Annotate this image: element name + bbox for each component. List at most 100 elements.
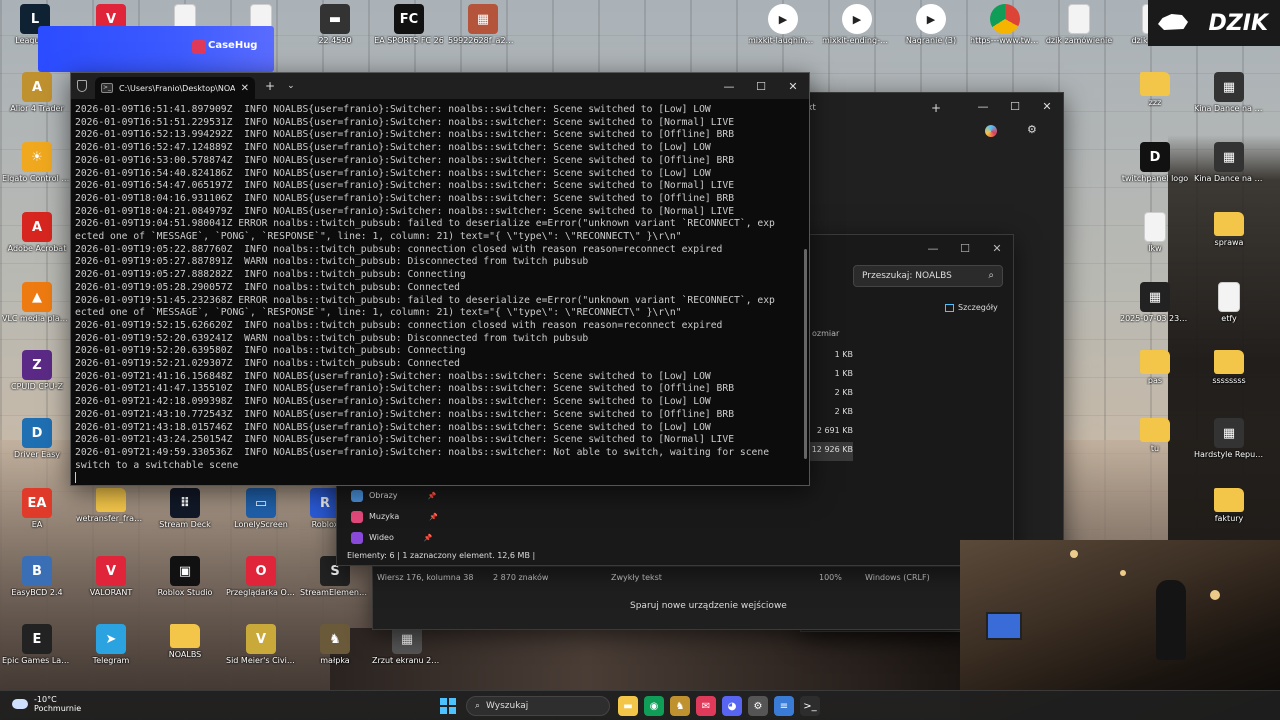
desktop-icon[interactable]: dzik zamówienie <box>1044 4 1114 45</box>
chevron-down-icon[interactable]: ⌄ <box>287 81 295 91</box>
zoom-level[interactable]: 100% <box>819 573 842 582</box>
desktop-icon[interactable]: wetransfer_franio-... <box>76 488 146 523</box>
terminal-window-controls: — ☐ ✕ <box>713 73 809 99</box>
desktop-icon[interactable]: ▬ 22.4590 <box>300 4 370 45</box>
app-icon: B <box>22 556 52 586</box>
copilot-icon[interactable] <box>985 125 997 137</box>
pin-icon[interactable]: 📌 <box>428 492 437 500</box>
pair-device-button[interactable]: Sparuj nowe urządzenie wejściowe <box>630 601 787 611</box>
desktop-icon[interactable]: ▶ mixkit-ending-sho... (mp3cut.net) <box>822 4 892 45</box>
file-icon <box>1068 4 1090 34</box>
desktop-icon[interactable]: https---www.twitc... <box>970 4 1040 45</box>
file-size-cell[interactable]: 1 KB <box>807 347 853 366</box>
desktop-icon[interactable]: EA EA <box>2 488 72 529</box>
terminal-tab[interactable]: >_ C:\Users\Franio\Desktop\NOA ✕ <box>95 77 255 99</box>
desktop-icon[interactable]: lkw <box>1120 212 1190 253</box>
desktop-icon[interactable]: ⠿ Stream Deck <box>150 488 220 529</box>
close-icon[interactable]: ✕ <box>777 73 809 99</box>
desktop-icon-label: Alior 4 Trader <box>10 104 64 113</box>
file-size-cell[interactable]: 1 KB <box>807 366 853 385</box>
desktop-icon[interactable]: pas <box>1120 350 1190 385</box>
maximize-icon[interactable]: ☐ <box>999 93 1031 119</box>
desktop-icon[interactable]: O Przeglądarka Opera <box>226 556 296 597</box>
discord-icon[interactable]: ◕ <box>722 696 742 716</box>
notepad-icon[interactable]: ≡ <box>774 696 794 716</box>
desktop-icon[interactable]: FC EA SPORTS FC 26 <box>374 4 444 45</box>
app-icon-2[interactable]: ✉ <box>696 696 716 716</box>
explorer-window-controls: — ☐ ✕ <box>917 235 1013 261</box>
desktop-icon[interactable]: ▭ LonelyScreen <box>226 488 296 529</box>
chrome-icon[interactable]: ◉ <box>644 696 664 716</box>
minimize-icon[interactable]: — <box>917 235 949 261</box>
desktop-icon[interactable]: Z CPUID CPU-Z <box>2 350 72 391</box>
desktop-icon[interactable]: ▣ Roblox Studio <box>150 556 220 597</box>
desktop-icon[interactable]: ▦ 2025-07-03 23-21-41 <box>1120 282 1190 323</box>
desktop-icon[interactable]: B EasyBCD 2.4 <box>2 556 72 597</box>
desktop-icon[interactable]: ▶ Nagranie (3) <box>896 4 966 45</box>
app-icon-1[interactable]: ♞ <box>670 696 690 716</box>
minimize-icon[interactable]: — <box>713 73 745 99</box>
new-tab-icon[interactable]: + <box>265 79 275 93</box>
desktop-icon[interactable]: NOALBS <box>150 624 220 659</box>
desktop-icon[interactable]: ▦ 59922628f_a2809... <box>448 4 518 45</box>
file-explorer-icon[interactable]: ▬ <box>618 696 638 716</box>
desktop-icon[interactable]: E Epic Games Launcher <box>2 624 72 665</box>
desktop-icon[interactable]: ▦ Kina Dance na Rondzie <box>1194 72 1264 113</box>
desktop-icon[interactable]: tu <box>1120 418 1190 453</box>
desktop-icon[interactable]: zzz <box>1120 72 1190 107</box>
details-button[interactable]: Szczegóły <box>945 303 998 312</box>
file-size-cell[interactable]: 12 926 KB <box>807 442 853 461</box>
desktop-icon[interactable]: ▶ mixkit-laughing-t... <box>748 4 818 45</box>
desktop-icon[interactable]: ssssssss <box>1194 350 1264 385</box>
desktop-icon[interactable]: V VALORANT <box>76 556 146 597</box>
desktop-icon[interactable]: A Adobe Acrobat <box>2 212 72 253</box>
desktop-icon[interactable]: D Driver Easy <box>2 418 72 459</box>
column-header-size[interactable]: ozmiar <box>807 329 839 338</box>
terminal-window[interactable]: >_ C:\Users\Franio\Desktop\NOA ✕ + ⌄ — ☐… <box>70 72 810 486</box>
folder-icon <box>96 488 126 512</box>
close-icon[interactable]: ✕ <box>981 235 1013 261</box>
settings-icon[interactable]: ⚙ <box>748 696 768 716</box>
desktop-icon[interactable]: V Sid Meier's Civilization V <box>226 624 296 665</box>
file-size-cell[interactable]: 2 691 KB <box>807 423 853 442</box>
desktop-icon[interactable]: Dtwitchpanel logo <box>1120 142 1190 183</box>
desktop-icon[interactable]: ▦ Kina Dance na Rondzie (online-vi... <box>1194 142 1264 183</box>
desktop-icon-label: VLC media player <box>2 314 72 323</box>
desktop-icon[interactable]: etfy <box>1194 282 1264 323</box>
desktop-icon-label: EasyBCD 2.4 <box>11 588 63 597</box>
explorer-search-input[interactable]: Przeszukaj: NOALBS ⌕ <box>853 265 1003 287</box>
start-button[interactable] <box>440 698 456 714</box>
nav-item-wideo[interactable]: Wideo 📌 <box>351 527 438 548</box>
close-icon[interactable]: ✕ <box>1031 93 1063 119</box>
terminal-output[interactable]: 2026-01-09T16:51:41.897909Z INFO NOALBS{… <box>71 99 809 485</box>
weather-widget[interactable]: -10°C Pochmurnie <box>12 695 81 713</box>
tab-close-icon[interactable]: ✕ <box>241 83 249 94</box>
back-window-settings-icon[interactable]: ⚙ <box>1027 123 1037 136</box>
desktop-icon[interactable]: ➤ Telegram <box>76 624 146 665</box>
text-format[interactable]: Zwykły tekst <box>611 573 662 582</box>
nav-item-obrazy[interactable]: Obrazy 📌 <box>351 485 438 506</box>
terminal-icon[interactable]: >_ <box>800 696 820 716</box>
terminal-line: 2026-01-09T18:04:21.084979Z INFO NOALBS{… <box>75 205 735 217</box>
desktop-icon[interactable]: ▦Zrzut ekranu 2025-12-13 205224 <box>372 624 442 665</box>
maximize-icon[interactable]: ☐ <box>949 235 981 261</box>
back-window-new-tab-icon[interactable]: + <box>931 101 941 115</box>
pin-icon[interactable]: 📌 <box>424 534 433 542</box>
pin-icon[interactable]: 📌 <box>429 513 438 521</box>
desktop-icon[interactable]: sprawa <box>1194 212 1264 247</box>
maximize-icon[interactable]: ☐ <box>745 73 777 99</box>
taskbar-search[interactable]: ⌕ Wyszukaj <box>466 696 610 716</box>
file-size-cell[interactable]: 2 KB <box>807 404 853 423</box>
desktop-icon[interactable]: A Alior 4 Trader <box>2 72 72 113</box>
app-icon: ♞ <box>320 624 350 654</box>
desktop-icon[interactable]: ♞ małpka <box>300 624 370 665</box>
nav-item-muzyka[interactable]: Muzyka 📌 <box>351 506 438 527</box>
file-size-cell[interactable]: 2 KB <box>807 385 853 404</box>
desktop-icon[interactable]: faktury <box>1194 488 1264 523</box>
terminal-scrollbar[interactable] <box>804 249 807 459</box>
desktop-icon[interactable]: ▦ Hardstyle Republic Nervarien - One day <box>1194 418 1264 459</box>
line-endings[interactable]: Windows (CRLF) <box>865 573 930 582</box>
desktop-icon[interactable]: ▲ VLC media player <box>2 282 72 323</box>
minimize-icon[interactable]: — <box>967 93 999 119</box>
desktop-icon[interactable]: ☀ Elgato Control Center <box>2 142 72 183</box>
